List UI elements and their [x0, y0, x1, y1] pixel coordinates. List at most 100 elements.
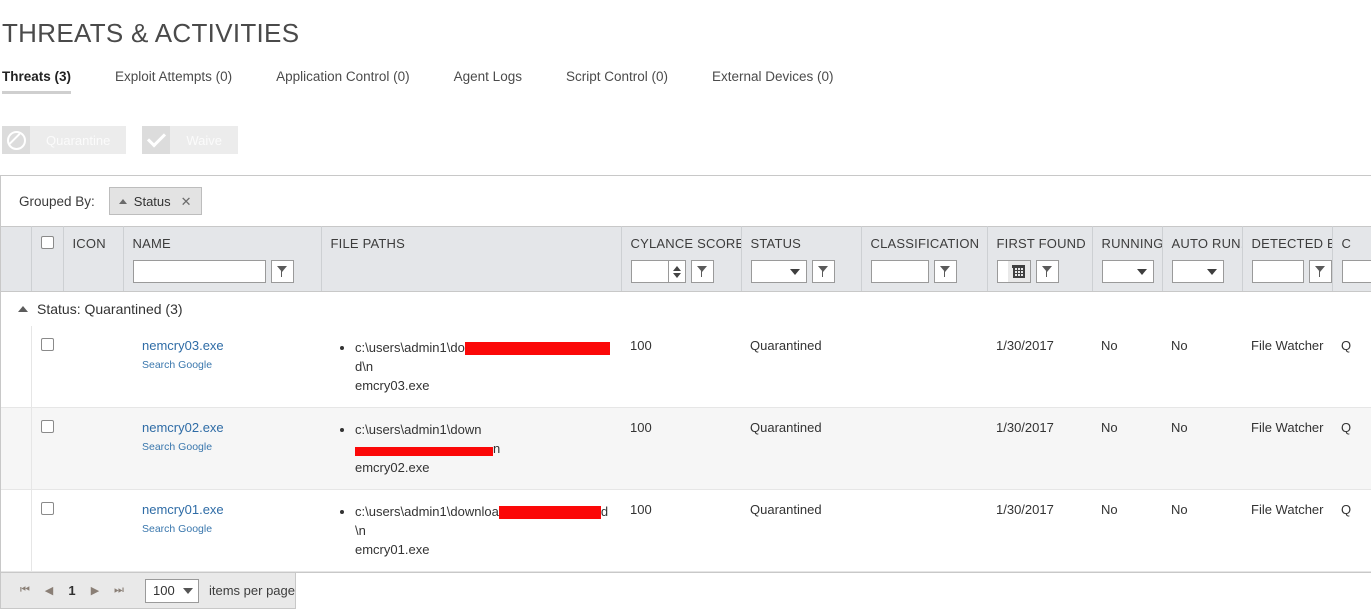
header-detected-by[interactable]: DETECTED BY	[1242, 227, 1332, 292]
chevron-down-icon	[1207, 269, 1217, 275]
group-collapse-icon[interactable]	[18, 306, 28, 312]
row-classification-cell	[861, 490, 987, 572]
header-file-paths[interactable]: FILE PATHS	[321, 227, 621, 292]
cut-off-filter-row	[1342, 260, 1371, 283]
header-cut-off-label: C	[1342, 236, 1371, 251]
row-file-paths-cell: c:\users\admin1\dod\nemcry03.exe	[321, 326, 621, 408]
tab-script-control[interactable]: Script Control (0)	[566, 69, 668, 94]
classification-filter-button[interactable]	[934, 260, 957, 283]
header-cut-off-column[interactable]: C	[1332, 227, 1371, 292]
tab-threats[interactable]: Threats (3)	[2, 69, 71, 94]
name-filter-input[interactable]	[133, 260, 266, 283]
current-page-number[interactable]: 1	[61, 583, 83, 598]
calendar-icon[interactable]	[1008, 260, 1031, 283]
header-cylance-score-label: CYLANCE SCORE	[631, 236, 741, 251]
header-classification[interactable]: CLASSIFICATION	[861, 227, 987, 292]
table-header-row: ICON NAME FILE PATHS CYLANCE SCORE	[1, 227, 1371, 292]
status-filter-select[interactable]	[751, 260, 807, 283]
search-google-link[interactable]: Search Google	[142, 523, 321, 535]
cylance-score-filter-input[interactable]	[631, 260, 669, 283]
row-indent	[1, 408, 31, 490]
header-auto-run[interactable]: AUTO RUN...	[1162, 227, 1242, 292]
cylance-score-spinner[interactable]	[669, 260, 686, 283]
row-checkbox[interactable]	[41, 420, 54, 433]
tab-external-devices[interactable]: External Devices (0)	[712, 69, 834, 94]
cut-off-filter-input[interactable]	[1342, 260, 1371, 283]
header-running[interactable]: RUNNING	[1092, 227, 1162, 292]
classification-filter-input[interactable]	[871, 260, 929, 283]
waive-button[interactable]: Waive	[142, 126, 238, 154]
quarantine-button[interactable]: Quarantine	[2, 126, 126, 154]
row-name-cell: nemcry03.exe Search Google	[123, 326, 321, 408]
table-row[interactable]: nemcry02.exe Search Google c:\users\admi…	[1, 408, 1371, 490]
header-status[interactable]: STATUS	[741, 227, 861, 292]
row-detected-by-cell: File Watcher	[1242, 408, 1332, 490]
threat-name-link[interactable]: nemcry01.exe	[142, 502, 321, 517]
threat-name-link[interactable]: nemcry02.exe	[142, 420, 321, 435]
page-size-select[interactable]: 100	[145, 579, 199, 603]
threats-table: ICON NAME FILE PATHS CYLANCE SCORE	[1, 226, 1371, 572]
page-title: THREATS & ACTIVITIES	[0, 0, 1371, 50]
table-row[interactable]: nemcry01.exe Search Google c:\users\admi…	[1, 490, 1371, 572]
status-filter-button[interactable]	[812, 260, 835, 283]
name-filter-button[interactable]	[271, 260, 294, 283]
chevron-down-icon	[183, 588, 193, 594]
header-first-found[interactable]: FIRST FOUND	[987, 227, 1092, 292]
sort-ascending-icon	[119, 199, 127, 204]
file-path-line2: emcry02.exe	[355, 460, 429, 475]
header-name[interactable]: NAME	[123, 227, 321, 292]
header-first-found-label: FIRST FOUND	[997, 236, 1092, 251]
file-path-line2: emcry01.exe	[355, 542, 429, 557]
file-path-prefix: c:\users\admin1\downloa	[355, 504, 499, 519]
file-path-line2: emcry03.exe	[355, 378, 429, 393]
auto-run-filter-row	[1172, 260, 1242, 283]
funnel-icon	[818, 266, 829, 277]
last-page-icon[interactable]: ⏭	[107, 584, 131, 597]
row-first-found-cell: 1/30/2017	[987, 326, 1092, 408]
header-detected-by-label: DETECTED BY	[1252, 236, 1332, 251]
row-checkbox[interactable]	[41, 338, 54, 351]
funnel-icon	[940, 266, 951, 277]
running-filter-select[interactable]	[1102, 260, 1154, 283]
row-running-cell: No	[1092, 490, 1162, 572]
tab-application-control[interactable]: Application Control (0)	[276, 69, 410, 94]
file-path-suffix: d\n	[355, 359, 373, 374]
group-chip-status[interactable]: Status ✕	[109, 187, 202, 215]
row-file-paths-cell: c:\users\admin1\download\nemcry01.exe	[321, 490, 621, 572]
header-auto-run-label: AUTO RUN...	[1172, 236, 1242, 251]
row-name-cell: nemcry02.exe Search Google	[123, 408, 321, 490]
row-detected-by-cell: File Watcher	[1242, 490, 1332, 572]
row-status-cell: Quarantined	[741, 408, 861, 490]
detected-by-filter-button[interactable]	[1309, 260, 1332, 283]
next-page-icon[interactable]: ▶	[83, 584, 107, 597]
row-icon-cell	[63, 408, 123, 490]
first-found-filter-button[interactable]	[1036, 260, 1059, 283]
close-icon[interactable]: ✕	[181, 195, 192, 208]
tab-exploit-attempts[interactable]: Exploit Attempts (0)	[115, 69, 232, 94]
select-all-checkbox[interactable]	[41, 236, 54, 249]
previous-page-icon[interactable]: ◀	[37, 584, 61, 597]
tab-agent-logs[interactable]: Agent Logs	[454, 69, 522, 94]
row-select-cell	[31, 326, 63, 408]
group-header-row[interactable]: Status: Quarantined (3)	[1, 292, 1371, 327]
chevron-down-icon	[790, 269, 800, 275]
row-first-found-cell: 1/30/2017	[987, 408, 1092, 490]
header-icon[interactable]: ICON	[63, 227, 123, 292]
search-google-link[interactable]: Search Google	[142, 359, 321, 371]
first-found-date-input[interactable]	[997, 260, 1008, 283]
first-page-icon[interactable]: ⏮	[13, 584, 37, 597]
auto-run-filter-select[interactable]	[1172, 260, 1224, 283]
row-cut-off-cell: Q	[1332, 490, 1371, 572]
header-cylance-score[interactable]: CYLANCE SCORE	[621, 227, 741, 292]
row-status-cell: Quarantined	[741, 326, 861, 408]
search-google-link[interactable]: Search Google	[142, 441, 321, 453]
row-icon-cell	[63, 326, 123, 408]
detected-by-filter-input[interactable]	[1252, 260, 1304, 283]
tab-bar: Threats (3) Exploit Attempts (0) Applica…	[0, 60, 1371, 94]
cylance-score-filter-button[interactable]	[691, 260, 714, 283]
file-path-item: c:\users\admin1\download\nemcry01.exe	[355, 502, 615, 559]
table-row[interactable]: nemcry03.exe Search Google c:\users\admi…	[1, 326, 1371, 408]
threat-name-link[interactable]: nemcry03.exe	[142, 338, 321, 353]
group-header-label: Status: Quarantined (3)	[37, 301, 183, 317]
row-checkbox[interactable]	[41, 502, 54, 515]
